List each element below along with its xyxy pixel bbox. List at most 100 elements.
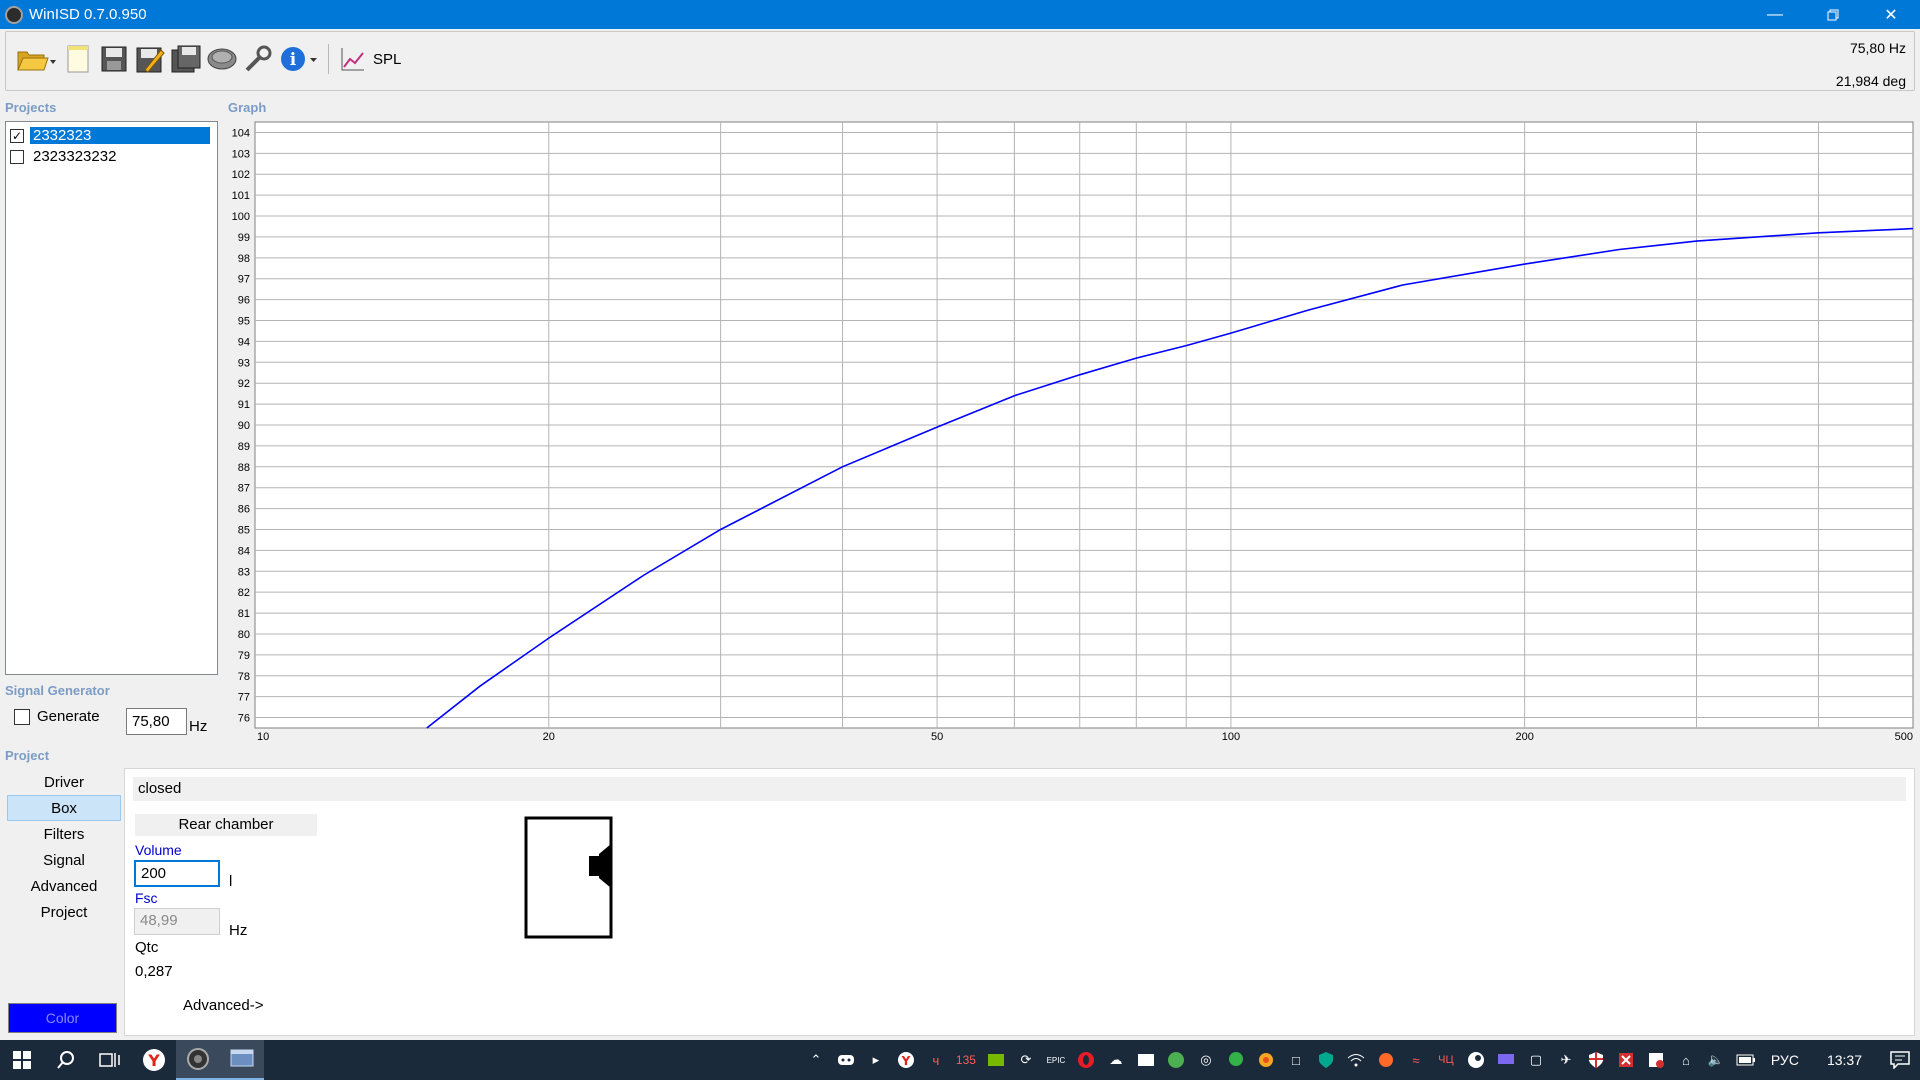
y-tick-label: 101: [232, 190, 250, 202]
battery-tray-icon[interactable]: [1731, 1040, 1761, 1080]
box-type-select[interactable]: closed: [133, 777, 1906, 801]
nvidia-tray-icon[interactable]: [981, 1040, 1011, 1080]
y-tick-label: 88: [238, 462, 250, 474]
red-app-tray-icon[interactable]: ≈: [1401, 1040, 1431, 1080]
media-tray-icon[interactable]: ▸: [861, 1040, 891, 1080]
open-icon: [17, 51, 56, 71]
network-app-tray-icon[interactable]: ◎: [1191, 1040, 1221, 1080]
monitor-tray-icon[interactable]: [1491, 1040, 1521, 1080]
info-button[interactable]: i: [278, 42, 320, 76]
epic-games-tray-icon[interactable]: EPIC: [1041, 1040, 1071, 1080]
display-tray-icon[interactable]: [1131, 1040, 1161, 1080]
red-badge-tray-icon[interactable]: ЧЦ: [1431, 1040, 1461, 1080]
color-button[interactable]: Color: [8, 1003, 117, 1033]
warning-tray-icon[interactable]: [1641, 1040, 1671, 1080]
save-button[interactable]: [98, 42, 130, 76]
show-hidden-icons-button[interactable]: ⌃: [801, 1040, 831, 1080]
updater-tray-icon[interactable]: ⟳: [1011, 1040, 1041, 1080]
info-icon: i: [281, 47, 317, 71]
spl-graph-button[interactable]: SPL: [339, 45, 401, 73]
spl-label: SPL: [373, 50, 402, 68]
green-location-tray-icon[interactable]: [1221, 1040, 1251, 1080]
taskbar-app-window[interactable]: [220, 1040, 264, 1080]
spl-chart[interactable]: 76 77 78 79 80 81 82 83 84 85 86 87 88 89 90 91 92 93 94 95…: [225, 120, 1915, 743]
flower-tray-icon[interactable]: [1251, 1040, 1281, 1080]
error-tray-icon[interactable]: [1611, 1040, 1641, 1080]
nav-box[interactable]: Box: [7, 795, 121, 821]
nav-project[interactable]: Project: [7, 899, 121, 925]
start-button[interactable]: [0, 1040, 44, 1080]
y-tick-label: 104: [232, 127, 250, 139]
volume-input[interactable]: 200: [134, 860, 220, 887]
tools-button[interactable]: [242, 42, 274, 76]
opera-tray-icon[interactable]: [1071, 1040, 1101, 1080]
clock[interactable]: 13:37: [1809, 1052, 1880, 1068]
project-item[interactable]: 2323323232: [6, 146, 217, 167]
minimize-button[interactable]: —: [1746, 0, 1804, 29]
project-checkbox[interactable]: [10, 149, 24, 164]
project-name: 2332323: [29, 126, 211, 145]
frequency-readout: 75,80 Hz: [1849, 40, 1906, 56]
wrench-icon: [245, 45, 272, 72]
volume-tray-icon[interactable]: 🔈: [1701, 1040, 1731, 1080]
yandex-tray-icon[interactable]: Y: [891, 1040, 921, 1080]
nav-driver[interactable]: Driver: [7, 769, 121, 795]
action-center-button[interactable]: [1880, 1040, 1920, 1080]
driver-editor-button[interactable]: [206, 42, 238, 76]
project-checkbox[interactable]: ✓: [10, 128, 24, 143]
x-tick-label: 200: [1515, 731, 1533, 740]
kaspersky-tray-icon[interactable]: [1311, 1040, 1341, 1080]
y-tick-label: 79: [238, 650, 250, 662]
nav-signal[interactable]: Signal: [7, 847, 121, 873]
steam-tray-icon[interactable]: [1461, 1040, 1491, 1080]
taskbar-winisd[interactable]: [176, 1040, 220, 1080]
task-view-button[interactable]: [88, 1040, 132, 1080]
y-tick-label: 77: [238, 692, 250, 704]
usb-tray-icon[interactable]: □: [1281, 1040, 1311, 1080]
x-tick-label: 50: [931, 731, 943, 740]
cloud-tray-icon[interactable]: ☁: [1101, 1040, 1131, 1080]
notification-count-badge[interactable]: 135: [951, 1040, 981, 1080]
generator-frequency-input[interactable]: 75,80: [126, 708, 187, 735]
generate-checkbox[interactable]: [14, 708, 30, 725]
project-item[interactable]: ✓ 2332323: [6, 125, 217, 146]
input-language[interactable]: РУС: [1761, 1052, 1809, 1068]
window-tray-icon[interactable]: ▢: [1521, 1040, 1551, 1080]
orange-app-tray-icon[interactable]: [1371, 1040, 1401, 1080]
yandex-mail-tray-icon[interactable]: ч: [921, 1040, 951, 1080]
discord-tray-icon[interactable]: [831, 1040, 861, 1080]
y-tick-label: 80: [238, 629, 250, 641]
generate-toggle[interactable]: Generate: [14, 708, 100, 725]
taskbar-yandex-browser[interactable]: Y: [132, 1040, 176, 1080]
y-tick-label: 89: [238, 441, 250, 453]
network-tray-icon[interactable]: ⌂: [1671, 1040, 1701, 1080]
torrent-tray-icon[interactable]: [1161, 1040, 1191, 1080]
search-button[interactable]: [44, 1040, 88, 1080]
nav-advanced[interactable]: Advanced: [7, 873, 121, 899]
windows-icon: [13, 1051, 31, 1069]
nav-filters[interactable]: Filters: [7, 821, 121, 847]
airplane-tray-icon[interactable]: ✈: [1551, 1040, 1581, 1080]
spl-graph[interactable]: 76 77 78 79 80 81 82 83 84 85 86 87 88 89 90 91 92 93 94 95…: [225, 120, 1915, 743]
wifi-tray-icon[interactable]: [1341, 1040, 1371, 1080]
save-all-icon: [171, 45, 201, 73]
x-tick-label: 500: [1895, 731, 1913, 740]
y-tick-label: 78: [238, 671, 250, 683]
new-project-button[interactable]: [62, 42, 94, 76]
qtc-label: Qtc: [135, 939, 159, 956]
save-all-button[interactable]: [170, 42, 202, 76]
open-project-button[interactable]: [14, 42, 58, 76]
speaker-driver-icon: [207, 48, 237, 70]
rear-chamber-tab[interactable]: Rear chamber: [135, 814, 317, 836]
advanced-button[interactable]: Advanced->: [183, 997, 263, 1014]
security-shield-tray-icon[interactable]: [1581, 1040, 1611, 1080]
restore-button[interactable]: [1804, 0, 1862, 29]
close-button[interactable]: ✕: [1862, 0, 1920, 29]
toolbar: i SPL 75,80 Hz 21,984 deg: [5, 31, 1915, 91]
y-tick-label: 91: [238, 399, 250, 411]
save-as-button[interactable]: [134, 42, 166, 76]
y-tick-label: 103: [232, 148, 250, 160]
task-view-icon: [99, 1053, 120, 1067]
qtc-value: 0,287: [135, 963, 173, 980]
y-tick-label: 82: [238, 587, 250, 599]
